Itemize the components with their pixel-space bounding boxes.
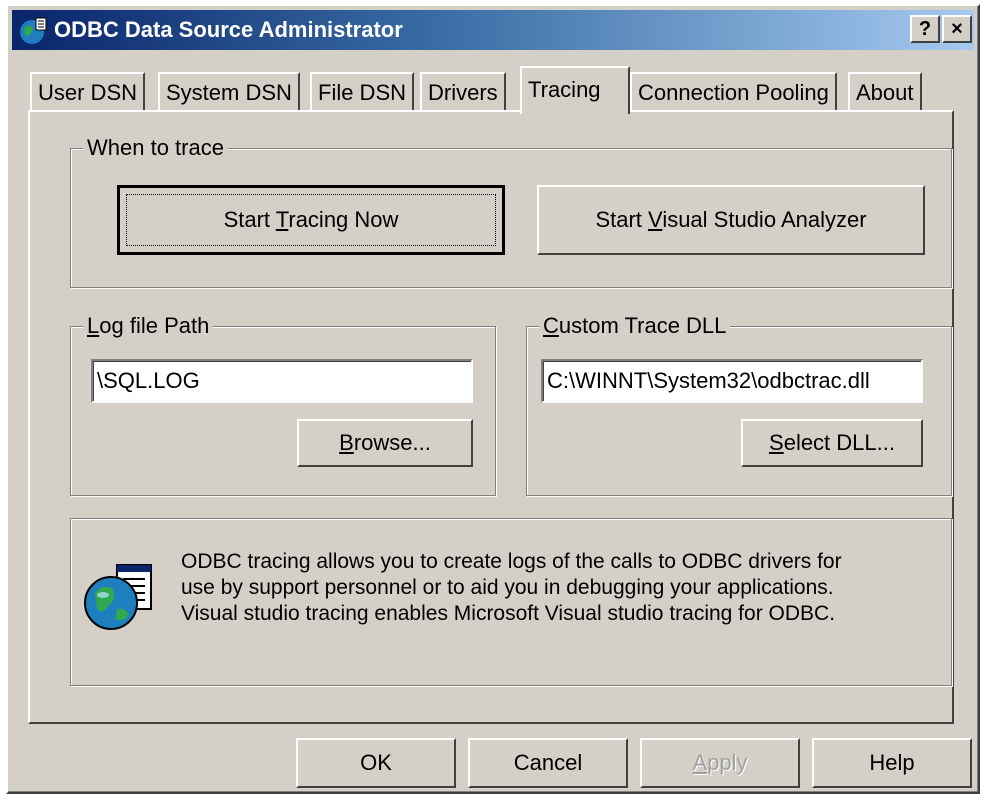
tab-about[interactable]: About: [848, 72, 922, 112]
custom-trace-dll-input[interactable]: C:\WINNT\System32\odbctrac.dll: [541, 359, 923, 403]
tab-system-dsn[interactable]: System DSN: [158, 72, 300, 112]
when-to-trace-group: When to trace Start Tracing Now Start Vi…: [70, 135, 952, 288]
when-to-trace-label: When to trace: [83, 135, 228, 161]
tab-drivers[interactable]: Drivers: [420, 72, 506, 112]
odbc-globe-icon: [20, 17, 47, 44]
browse-button[interactable]: Browse...: [297, 419, 473, 467]
help-title-button[interactable]: ?: [910, 15, 940, 43]
cancel-button[interactable]: Cancel: [468, 738, 628, 788]
log-file-path-group: Log file Path \SQL.LOG Browse...: [70, 313, 496, 496]
select-dll-button[interactable]: Select DLL...: [741, 419, 923, 467]
apply-button[interactable]: Apply: [640, 738, 800, 788]
custom-trace-dll-group: Custom Trace DLL C:\WINNT\System32\odbct…: [526, 313, 952, 496]
title-bar[interactable]: ODBC Data Source Administrator ? ×: [12, 10, 974, 50]
tab-tracing[interactable]: Tracing: [520, 66, 630, 114]
help-button[interactable]: Help: [812, 738, 972, 788]
log-file-path-label: Log file Path: [83, 313, 214, 339]
start-tracing-now-button[interactable]: Start Tracing Now: [117, 185, 505, 255]
start-visual-studio-analyzer-button[interactable]: Start Visual Studio Analyzer: [537, 185, 925, 255]
custom-trace-dll-label: Custom Trace DLL: [539, 313, 731, 339]
log-file-path-input[interactable]: \SQL.LOG: [91, 359, 473, 403]
tracing-tab-panel: When to trace Start Tracing Now Start Vi…: [28, 110, 954, 724]
odbc-globe-icon: [84, 564, 152, 630]
info-box: ODBC tracing allows you to create logs o…: [70, 518, 952, 686]
odbc-dialog-window: ODBC Data Source Administrator ? × User …: [6, 4, 980, 794]
tab-file-dsn[interactable]: File DSN: [310, 72, 415, 112]
close-title-button[interactable]: ×: [942, 15, 972, 43]
info-text: ODBC tracing allows you to create logs o…: [181, 550, 842, 625]
tab-user-dsn[interactable]: User DSN: [30, 72, 146, 112]
ok-button[interactable]: OK: [296, 738, 456, 788]
window-title: ODBC Data Source Administrator: [54, 17, 403, 42]
tab-connection-pooling[interactable]: Connection Pooling: [630, 72, 837, 112]
